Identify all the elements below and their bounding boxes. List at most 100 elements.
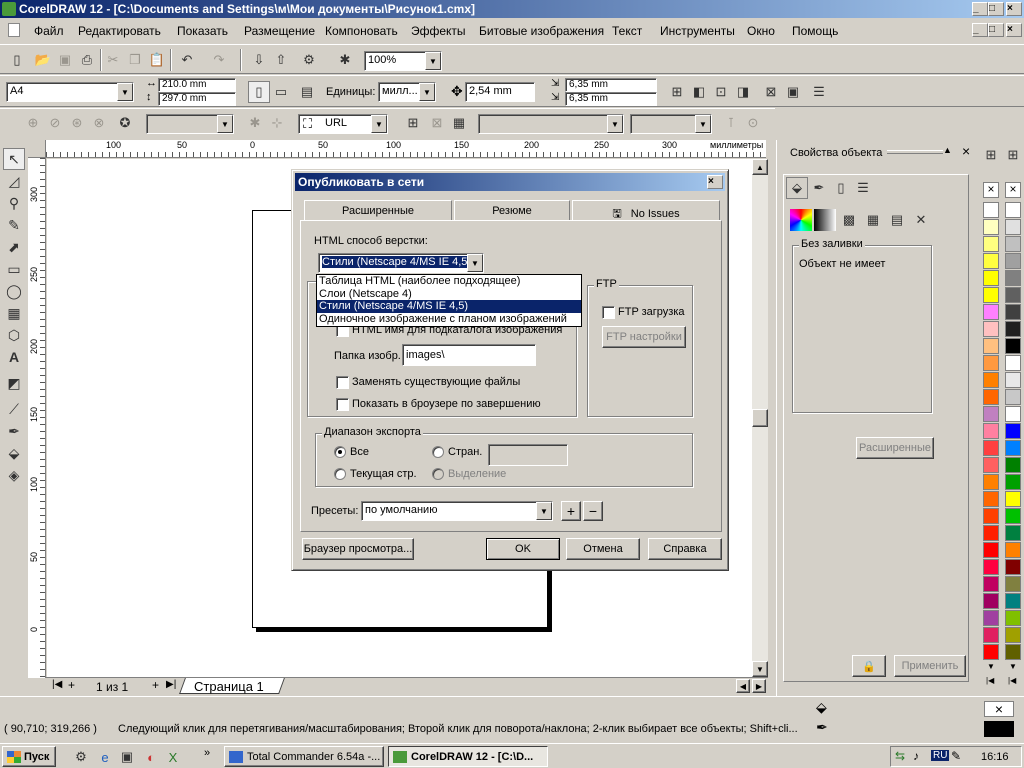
doc-restore-button[interactable]: □ bbox=[988, 23, 1004, 37]
lock-button[interactable]: 🔒 bbox=[852, 655, 886, 677]
page-size-combo[interactable]: A4 ▼ bbox=[6, 82, 134, 102]
color-swatch[interactable] bbox=[983, 304, 999, 320]
menu-edit[interactable]: Редактировать bbox=[78, 24, 161, 38]
color-swatch[interactable] bbox=[983, 576, 999, 592]
scroll-thumb[interactable] bbox=[752, 409, 768, 427]
color-swatch[interactable] bbox=[1005, 474, 1021, 490]
vertical-ruler[interactable]: 300 250 200 150 100 50 0 bbox=[28, 158, 46, 678]
show-browser-checkbox[interactable] bbox=[336, 398, 349, 411]
menu-layout[interactable]: Размещение bbox=[244, 24, 315, 38]
current-page-icon[interactable]: ◧ bbox=[688, 81, 710, 103]
color-swatch[interactable] bbox=[983, 270, 999, 286]
quicklaunch-more-icon[interactable]: » bbox=[204, 747, 210, 759]
color-swatch[interactable] bbox=[983, 236, 999, 252]
browser-preview-button[interactable]: Браузер просмотра... bbox=[302, 538, 414, 560]
color-swatch[interactable] bbox=[1005, 593, 1021, 609]
docker-menu-icon[interactable]: ▲ bbox=[943, 145, 952, 155]
color-swatch[interactable] bbox=[1005, 304, 1021, 320]
color-swatch[interactable] bbox=[1005, 610, 1021, 626]
color-swatch[interactable] bbox=[1005, 338, 1021, 354]
doc-close-button[interactable]: × bbox=[1006, 23, 1022, 37]
color-swatch[interactable] bbox=[1005, 423, 1021, 439]
palette-menu-icon[interactable]: ⊞ bbox=[982, 146, 1000, 164]
rollover-icon[interactable]: ⊛ bbox=[66, 112, 88, 134]
scroll-up-button[interactable]: ▲ bbox=[752, 159, 768, 175]
quicklaunch-corel-icon[interactable]: ◐ bbox=[140, 746, 162, 768]
ok-button[interactable]: OK bbox=[486, 538, 560, 560]
smart-fill-tool-icon[interactable]: ⬈ bbox=[3, 236, 25, 258]
color-swatch[interactable] bbox=[1005, 542, 1021, 558]
nudge-field[interactable]: 2,54 mm bbox=[465, 82, 535, 102]
undo-icon[interactable]: ↶ bbox=[176, 49, 198, 71]
image-folder-input[interactable]: images\ bbox=[402, 344, 536, 366]
corel-online-icon[interactable]: ✱ bbox=[334, 49, 356, 71]
summary-tab-icon[interactable]: ☰ bbox=[852, 177, 874, 199]
help-button[interactable]: Справка bbox=[648, 538, 722, 560]
tab-advanced[interactable]: Расширенные bbox=[304, 200, 452, 220]
texture-fill-icon[interactable]: ▦ bbox=[862, 209, 884, 231]
open-icon[interactable]: 📂 bbox=[32, 49, 54, 71]
link-combo-1[interactable]: ▼ bbox=[478, 114, 624, 134]
import-icon[interactable]: ⇩ bbox=[248, 49, 270, 71]
outline-indicator-icon[interactable]: ✒ bbox=[816, 719, 828, 736]
no-color-swatch[interactable]: × bbox=[983, 182, 999, 198]
no-fill-icon[interactable]: ✕ bbox=[910, 209, 932, 231]
shape-tool-icon[interactable]: ◿ bbox=[3, 170, 25, 192]
color-swatch[interactable] bbox=[1005, 287, 1021, 303]
ellipse-tool-icon[interactable]: ◯ bbox=[3, 280, 25, 302]
add-page-after-icon[interactable]: + bbox=[152, 678, 159, 692]
outline-tab-icon[interactable]: ✒ bbox=[808, 177, 830, 199]
tray-speaker-icon[interactable]: ♪ bbox=[913, 749, 919, 763]
color-swatch[interactable] bbox=[983, 440, 999, 456]
zoom-tool-icon[interactable]: ⚲ bbox=[3, 192, 25, 214]
page-width-field[interactable]: 210.0 mm bbox=[158, 78, 236, 92]
color-swatch[interactable] bbox=[1005, 644, 1021, 660]
last-page-icon[interactable]: ▶| bbox=[166, 679, 176, 690]
docker-close-icon[interactable]: × bbox=[962, 143, 970, 159]
menu-arrange[interactable]: Компоновать bbox=[325, 24, 398, 38]
fill-indicator-icon[interactable]: ⬙ bbox=[816, 699, 827, 716]
page-height-field[interactable]: 297.0 mm bbox=[158, 92, 236, 106]
postscript-fill-icon[interactable]: ▤ bbox=[886, 209, 908, 231]
add-page-icon[interactable]: + bbox=[68, 678, 75, 692]
uniform-fill-icon[interactable] bbox=[790, 209, 812, 231]
copy-icon[interactable]: ❐ bbox=[124, 49, 146, 71]
color-swatch[interactable] bbox=[1005, 236, 1021, 252]
color-swatch[interactable] bbox=[1005, 389, 1021, 405]
color-swatch[interactable] bbox=[983, 389, 999, 405]
apply-button[interactable]: Применить bbox=[894, 655, 966, 677]
replace-files-checkbox[interactable] bbox=[336, 376, 349, 389]
taskbar-task-total-commander[interactable]: Total Commander 6.54a -... bbox=[224, 746, 384, 767]
app-launcher-icon[interactable]: ⚙ bbox=[298, 49, 320, 71]
dropdown-option[interactable]: Таблица HTML (наиболее подходящее) bbox=[317, 275, 581, 288]
no-color-swatch[interactable]: × bbox=[1005, 182, 1021, 198]
palette-first-icon[interactable]: |◀ bbox=[1008, 676, 1016, 685]
color-swatch[interactable] bbox=[983, 508, 999, 524]
pattern-fill-icon[interactable]: ▩ bbox=[838, 209, 860, 231]
outline-tool-icon[interactable]: ✒ bbox=[3, 420, 25, 442]
options-icon[interactable]: ☰ bbox=[808, 81, 830, 103]
polygon-tool-icon[interactable]: ▦ bbox=[3, 302, 25, 324]
maximize-button[interactable]: □ bbox=[988, 2, 1004, 16]
menu-effects[interactable]: Эффекты bbox=[411, 24, 466, 38]
horizontal-ruler[interactable]: 100 50 0 50 100 150 200 250 300 миллимет… bbox=[46, 140, 766, 158]
color-swatch[interactable] bbox=[983, 474, 999, 490]
start-button[interactable]: Пуск bbox=[2, 746, 56, 767]
dropdown-option-selected[interactable]: Стили (Netscape 4/MS IE 4,5) bbox=[317, 300, 581, 313]
basic-shapes-tool-icon[interactable]: ⬡ bbox=[3, 324, 25, 346]
print-icon[interactable]: ⎙ bbox=[76, 49, 98, 71]
web-props-icon[interactable]: ⊺ bbox=[720, 112, 742, 134]
quicklaunch-1-icon[interactable]: ⚙ bbox=[70, 746, 92, 768]
dialog-close-button[interactable]: × bbox=[707, 175, 723, 189]
color-swatch[interactable] bbox=[983, 525, 999, 541]
color-swatch[interactable] bbox=[983, 372, 999, 388]
menu-tools[interactable]: Инструменты bbox=[660, 24, 735, 38]
menu-window[interactable]: Окно bbox=[747, 24, 775, 38]
color-swatch[interactable] bbox=[983, 253, 999, 269]
bookmark-icon[interactable]: ⊕ bbox=[22, 112, 44, 134]
palette-first-icon[interactable]: |◀ bbox=[986, 676, 994, 685]
new-icon[interactable]: ▯ bbox=[6, 49, 28, 71]
portrait-icon[interactable]: ▯ bbox=[248, 81, 270, 103]
redo-icon[interactable]: ↷ bbox=[208, 49, 230, 71]
color-swatch[interactable] bbox=[983, 491, 999, 507]
